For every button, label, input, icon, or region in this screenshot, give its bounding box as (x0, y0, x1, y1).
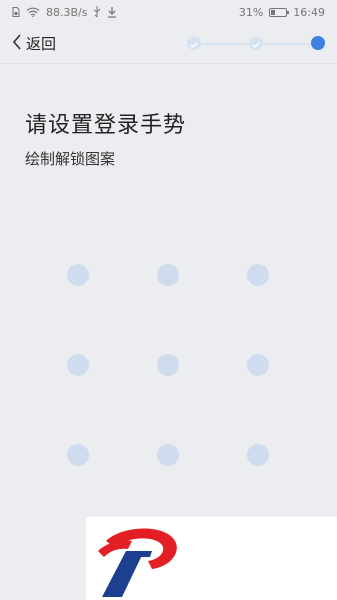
pattern-dot-5[interactable] (157, 354, 179, 376)
pattern-dot-3[interactable] (247, 264, 269, 286)
pattern-dot-9[interactable] (247, 444, 269, 466)
logo-icon (98, 528, 177, 597)
pattern-dot-8[interactable] (157, 444, 179, 466)
pattern-dot-7[interactable] (67, 444, 89, 466)
watermark-logo (86, 517, 337, 600)
pattern-dot-1[interactable] (67, 264, 89, 286)
pattern-dot-2[interactable] (157, 264, 179, 286)
pattern-dot-4[interactable] (67, 354, 89, 376)
pattern-dot-6[interactable] (247, 354, 269, 376)
pattern-lock-grid[interactable] (0, 0, 337, 600)
